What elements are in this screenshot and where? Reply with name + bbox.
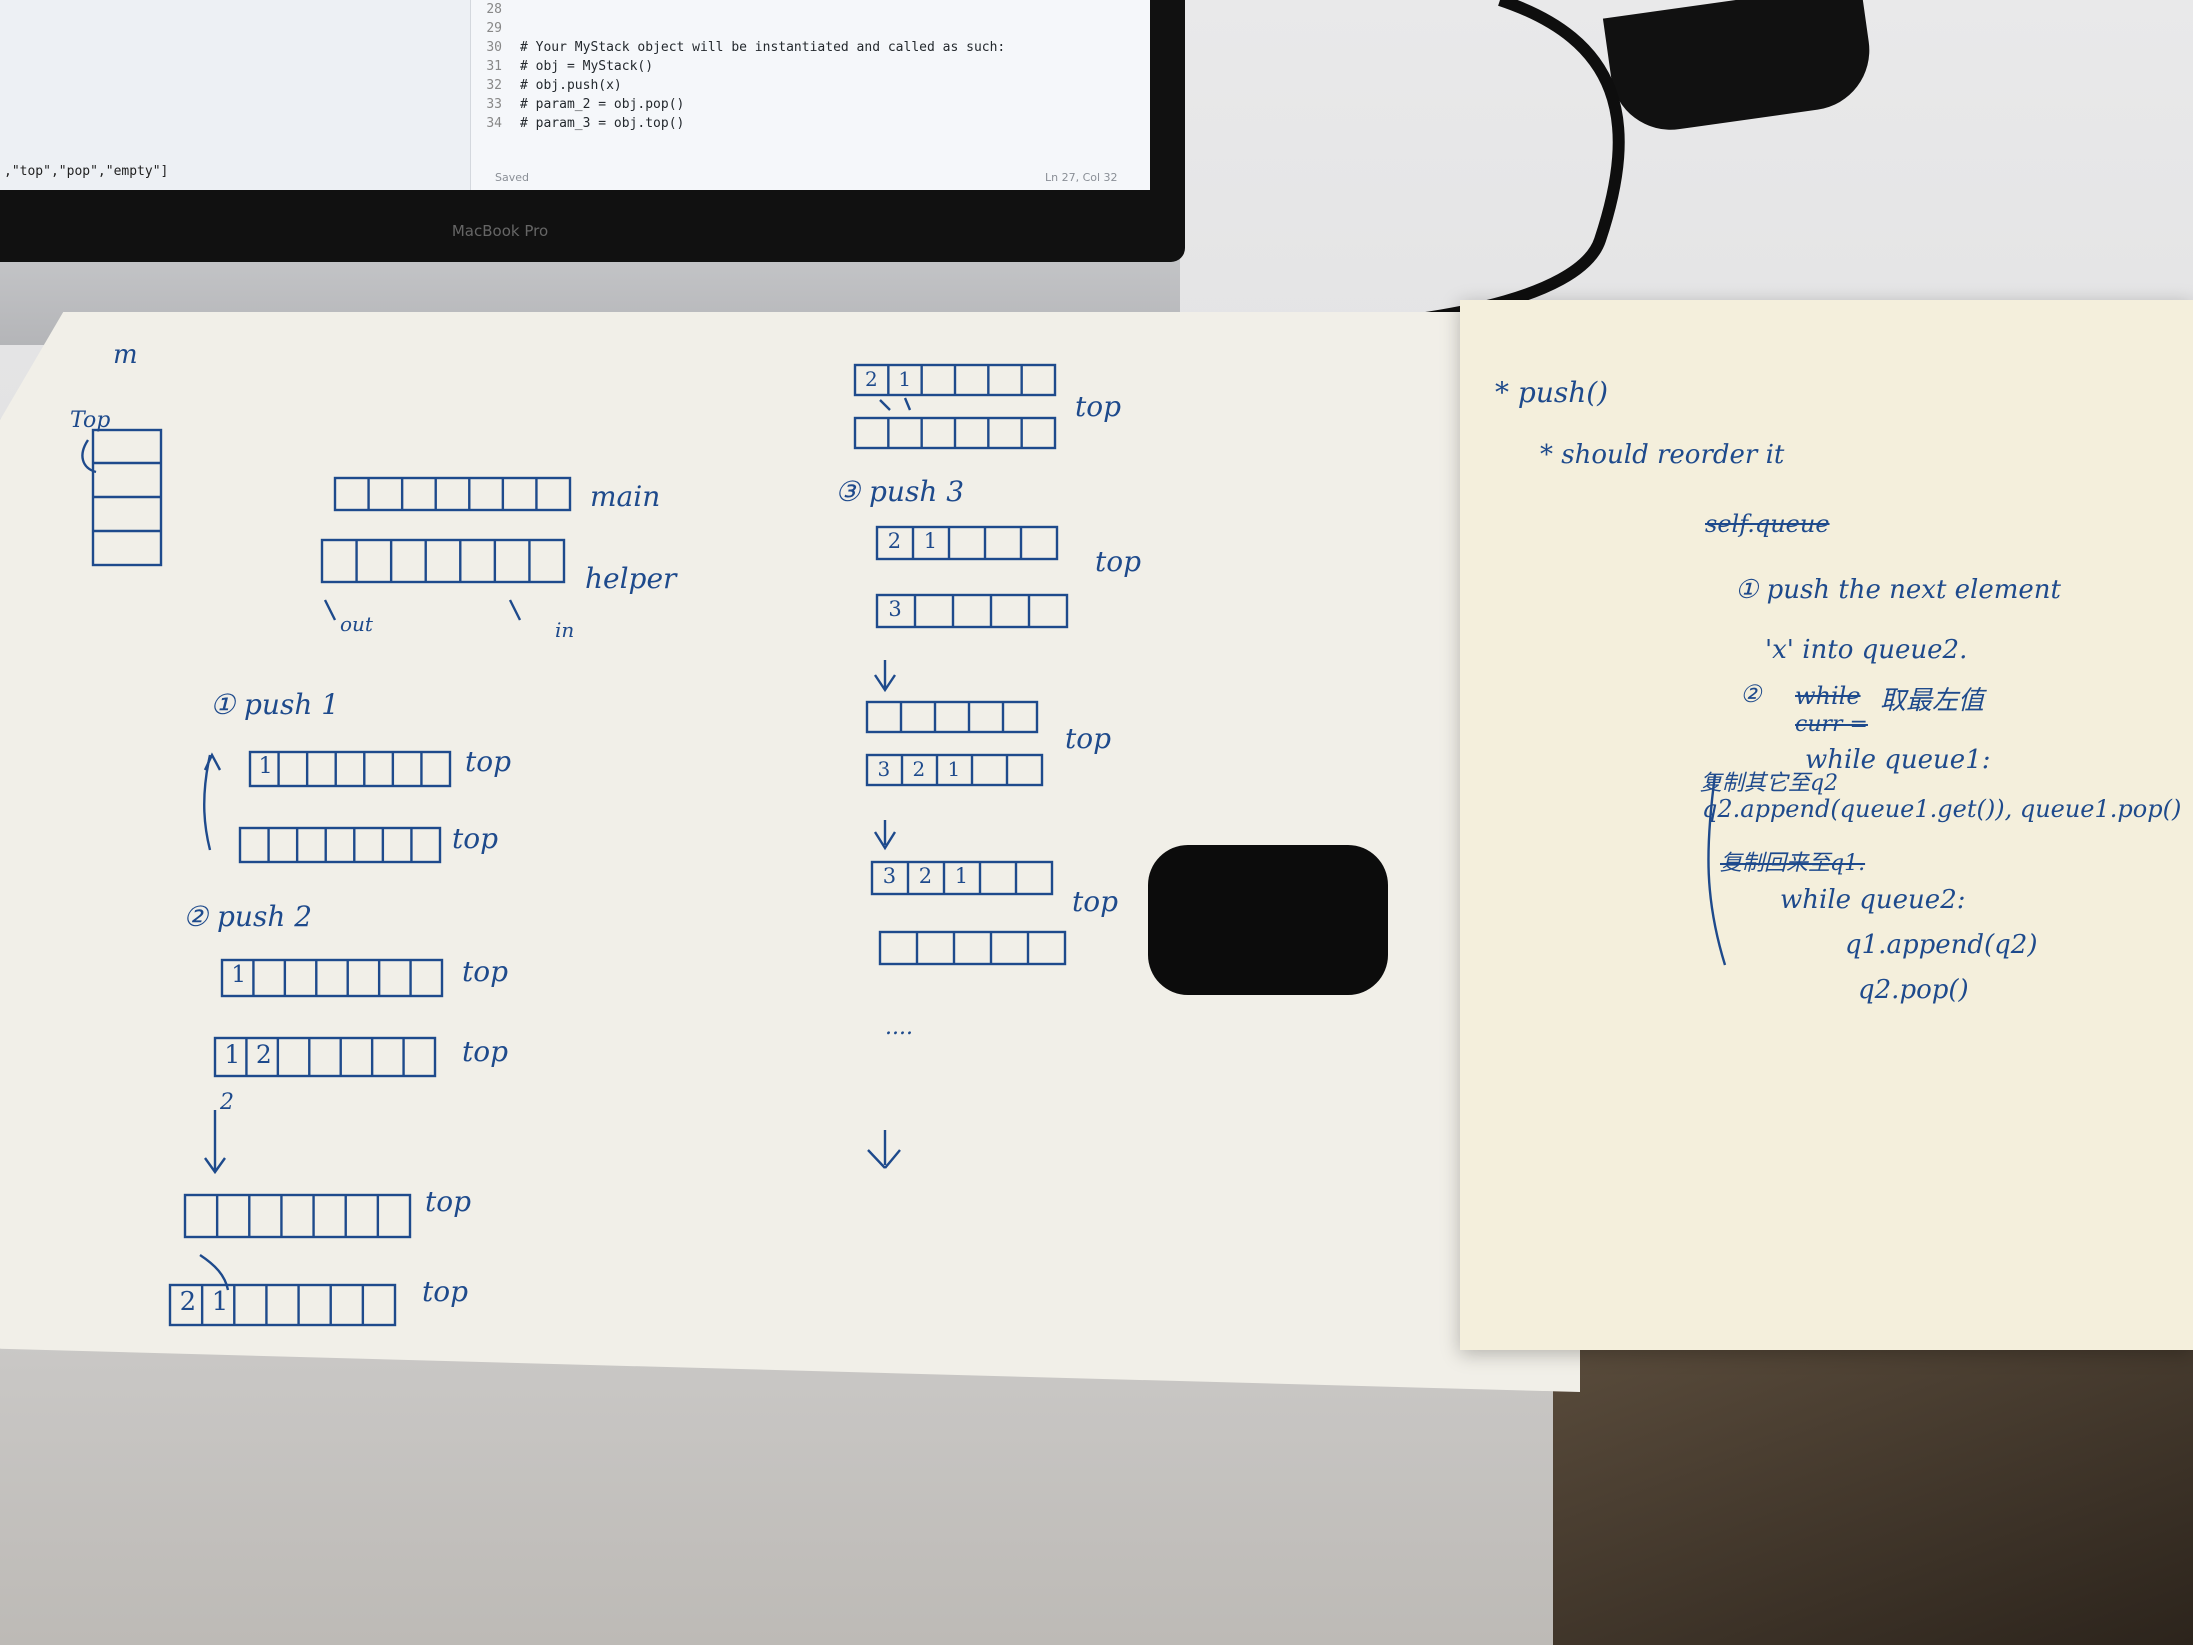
pop-line: q2.pop() <box>1858 975 1969 1005</box>
queue-push3-f <box>878 930 1067 966</box>
append-line-2: q1.append(q2) <box>1845 930 2038 960</box>
redacted-blob <box>1148 845 1388 995</box>
queue-cell-value: 1 <box>211 1287 229 1317</box>
queue-cell-value: 3 <box>882 863 897 888</box>
note-chinese: 复制其它至q2 <box>1700 771 1839 796</box>
right-line-1: * should reorder it <box>1540 440 1785 470</box>
queue-push1-b <box>238 826 442 864</box>
in-label: in <box>555 618 575 642</box>
arrow-down-3b <box>874 660 896 693</box>
corner-mark: m <box>113 340 138 370</box>
queue-push2-c <box>183 1193 412 1239</box>
struck-text-1: self.queue <box>1705 510 1830 538</box>
top-label: top <box>462 955 509 988</box>
top-label: top <box>452 822 499 855</box>
queue-push2-a <box>220 958 444 998</box>
stack-top-label: Top <box>70 408 111 433</box>
queue-cell-value: 2 <box>912 756 926 781</box>
queue-push2-b <box>213 1036 437 1078</box>
queue-cell-value: 2 <box>865 366 878 391</box>
arrow-up-m0 <box>879 397 912 411</box>
top-label: top <box>425 1185 472 1218</box>
queue-push2-d <box>168 1283 397 1327</box>
queue-helper <box>320 538 566 584</box>
struck-text-2: curr = <box>1795 712 1868 737</box>
arrow-down-3a <box>867 1130 901 1169</box>
queue-cell-value: 2 <box>179 1287 197 1317</box>
ellipsis: .... <box>885 1015 913 1040</box>
queue-cell-value: 1 <box>954 863 969 888</box>
arrow-down-3c <box>873 820 897 851</box>
top-label: top <box>422 1275 469 1308</box>
queue-cell-value: 3 <box>877 756 891 781</box>
queue-cell-value: 3 <box>888 596 902 621</box>
helper-label: helper <box>585 562 677 595</box>
queue-cell-value: 2 <box>918 863 933 888</box>
top-label: top <box>462 1035 509 1068</box>
queue-top-b <box>853 416 1057 450</box>
queue-push3-b <box>875 593 1069 629</box>
queue-main <box>333 476 572 512</box>
queue-cell-value: 1 <box>923 528 938 553</box>
queue-cell-value: 1 <box>947 756 961 781</box>
below-box-2: 2 <box>220 1090 234 1115</box>
step-push-2: ② push 2 <box>183 900 313 933</box>
top-label: top <box>1095 545 1142 578</box>
queue-cell-value: 2 <box>255 1039 272 1069</box>
step-item-1: ① push the next element <box>1735 575 2061 605</box>
append-line-1: q2.append(queue1.get()), queue1.pop() <box>1702 795 2182 823</box>
queue-cell-value: 1 <box>898 366 912 391</box>
queue-top-a <box>853 363 1057 397</box>
step-item-1b: 'x' into queue2. <box>1765 635 1968 665</box>
step-item-2-struck: while <box>1795 682 1861 710</box>
queue-push3-a <box>875 525 1059 561</box>
struck-text-3: 复制回来至q1. <box>1720 851 1866 876</box>
queue-push3-c <box>865 700 1039 734</box>
step-item-2-num: ② <box>1740 680 1762 708</box>
step-push-1: ① push 1 <box>210 688 340 721</box>
queue-cell-value: 1 <box>258 753 273 779</box>
top-label: top <box>1075 390 1122 423</box>
top-label: top <box>1065 722 1112 755</box>
while-queue2: while queue2: <box>1780 885 1966 915</box>
top-label: top <box>1072 885 1119 918</box>
queue-push1-a <box>248 750 452 788</box>
step-item-2-text: 取最左值 <box>1880 686 1985 716</box>
arrow-down-1 <box>204 1110 226 1175</box>
queue-cell-value: 2 <box>887 528 902 553</box>
queue-cell-value: 1 <box>231 961 247 988</box>
top-label: top <box>465 745 512 778</box>
out-label: out <box>340 612 373 636</box>
queue-cell-value: 1 <box>224 1039 241 1069</box>
right-title: * push() <box>1495 376 1609 409</box>
main-label: main <box>590 480 661 513</box>
step-push-3: ③ push 3 <box>835 475 965 508</box>
